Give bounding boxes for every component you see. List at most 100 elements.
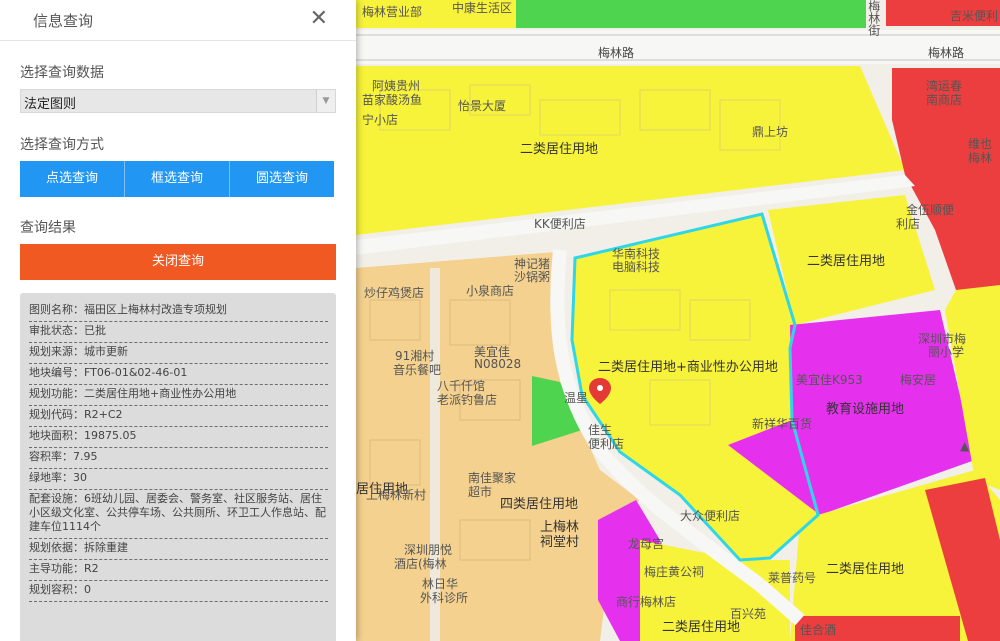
poi-label: 祠堂村 <box>540 535 580 550</box>
result-key: 地块编号： <box>29 366 84 379</box>
poi-label: 吉米便利 <box>950 9 999 23</box>
query-data-select-value: 法定图则 <box>24 97 77 112</box>
result-key: 主导功能： <box>29 562 84 575</box>
result-value: FT06-01&02-46-01 <box>84 366 188 379</box>
result-key: 规划容积： <box>29 583 84 596</box>
poi-label: 小泉商店 <box>466 284 515 298</box>
zone-green-top <box>516 0 866 28</box>
result-value: 已批 <box>84 324 106 337</box>
poi-label: 利店 <box>896 217 921 231</box>
poi-label: 温星 <box>564 391 589 405</box>
result-row: 审批状态：已批 <box>29 322 328 343</box>
poi-label: 梅庄黄公祠 <box>644 565 705 579</box>
poi-label: 深圳朋悦 <box>404 543 453 557</box>
result-value: 城市更新 <box>84 345 128 358</box>
panel-header: 信息查询 ✕ <box>0 0 356 41</box>
result-row: 容积率：7.95 <box>29 448 328 469</box>
zone-label-education: 教育设施用地 <box>826 402 905 417</box>
box-query-button[interactable]: 框选查询 <box>125 161 230 197</box>
result-key: 规划代码： <box>29 408 84 421</box>
zone-label-r2-east: 二类居住用地 <box>807 254 886 269</box>
result-row: 地块面积：19875.05 <box>29 427 328 448</box>
zone-label-r2-south: 二类居住用地 <box>662 620 741 635</box>
poi-label: 美宜佳K953 <box>796 373 863 387</box>
result-value: 0 <box>84 583 91 596</box>
poi-label: 八千仟馆 <box>437 379 486 393</box>
poi-label: 上梅林新村 <box>366 488 427 502</box>
poi-label: 莱普药号 <box>768 571 817 585</box>
poi-label: 湾运春 <box>926 79 963 93</box>
poi-label: 梅林街 <box>866 0 881 36</box>
result-row: 规划代码：R2+C2 <box>29 406 328 427</box>
poi-label: 酒店(梅林 <box>394 557 447 571</box>
poi-label: 佳合酒 <box>800 623 837 637</box>
info-query-panel: 信息查询 ✕ 选择查询数据 法定图则 ▼ 选择查询方式 点选查询 框选查询 圆选… <box>0 0 356 641</box>
close-icon[interactable]: ✕ <box>310 6 328 32</box>
result-row: 规划容积：0 <box>29 581 328 602</box>
result-value: 19875.05 <box>84 429 137 442</box>
poi-label: 梅林营业部 <box>362 5 423 19</box>
poi-label: 中康生活区 <box>452 1 513 15</box>
poi-label: 梅安居 <box>900 373 937 387</box>
poi-label: 大众便利店 <box>680 509 741 523</box>
poi-label: N08028 <box>474 357 522 371</box>
result-value: 7.95 <box>73 450 98 463</box>
query-method-group: 点选查询 框选查询 圆选查询 <box>20 161 334 197</box>
result-value: 拆除重建 <box>84 541 128 554</box>
building-icon: ▲ <box>960 439 970 453</box>
result-row: 规划来源：城市更新 <box>29 343 328 364</box>
result-value: 30 <box>73 471 87 484</box>
result-value: 二类居住用地+商业性办公用地 <box>84 387 237 400</box>
poi-label: 金伍顺便 <box>906 203 955 217</box>
query-method-label: 选择查询方式 <box>20 137 104 153</box>
poi-label: 怡景大厦 <box>458 99 507 113</box>
poi-label: 鼎上坊 <box>752 125 789 139</box>
poi-label: 丽小学 <box>928 345 965 359</box>
poi-label: 商行梅林店 <box>616 595 677 609</box>
poi-label: 老派钓鲁店 <box>437 393 498 407</box>
poi-label: 维也 <box>968 137 993 151</box>
poi-label: 佳生 <box>588 423 613 437</box>
poi-label: 百兴苑 <box>730 607 767 621</box>
circle-query-button[interactable]: 圆选查询 <box>230 161 334 197</box>
poi-label: 91湘村 <box>395 349 435 363</box>
poi-label: 林日华 <box>422 577 459 591</box>
poi-label: 音乐餐吧 <box>393 363 442 377</box>
result-key: 配套设施： <box>29 492 84 505</box>
result-row: 配套设施：6班幼儿园、居委会、警务室、社区服务站、居住小区级文化室、公共停车场、… <box>29 490 328 539</box>
result-row: 主导功能：R2 <box>29 560 328 581</box>
point-query-button[interactable]: 点选查询 <box>20 161 125 197</box>
road-label-meilin-east: 梅林路 <box>928 46 965 60</box>
query-data-select[interactable]: 法定图则 ▼ <box>20 89 336 113</box>
result-key: 规划来源： <box>29 345 84 358</box>
query-data-label: 选择查询数据 <box>20 65 104 81</box>
poi-label: 阿姨贵州 <box>372 79 421 93</box>
result-row: 图则名称：福田区上梅林村改造专项规划 <box>29 301 328 322</box>
poi-label: 上梅林 <box>540 520 580 535</box>
result-value: R2+C2 <box>84 408 123 421</box>
result-key: 容积率： <box>29 450 73 463</box>
poi-label: 南佳聚家 <box>468 471 517 485</box>
poi-label: 外科诊所 <box>420 591 469 605</box>
result-row: 规划依据：拆除重建 <box>29 539 328 560</box>
chevron-down-icon[interactable]: ▼ <box>316 90 335 112</box>
poi-label: 梅林 <box>968 151 993 165</box>
result-value: R2 <box>84 562 99 575</box>
poi-label: 电脑科技 <box>612 260 661 274</box>
poi-label: 龙母宫 <box>628 537 665 551</box>
zone-label-r2-north: 二类居住用地 <box>520 142 599 157</box>
panel-title: 信息查询 <box>33 12 94 30</box>
poi-label: 宁小店 <box>362 113 399 127</box>
poi-label: 沙锅粥 <box>514 270 551 284</box>
poi-label: 南商店 <box>926 93 963 107</box>
result-key: 地块面积： <box>29 429 84 442</box>
result-key: 规划功能： <box>29 387 84 400</box>
result-key: 审批状态： <box>29 324 84 337</box>
close-query-button[interactable]: 关闭查询 <box>20 244 336 280</box>
zone-label-r2-southeast: 二类居住用地 <box>826 562 905 577</box>
poi-label: 新祥华百货 <box>752 417 813 431</box>
poi-label: 超市 <box>468 485 493 499</box>
poi-label: 炒仔鸡煲店 <box>364 286 425 300</box>
poi-label: 便利店 <box>588 437 625 451</box>
result-row: 地块编号：FT06-01&02-46-01 <box>29 364 328 385</box>
